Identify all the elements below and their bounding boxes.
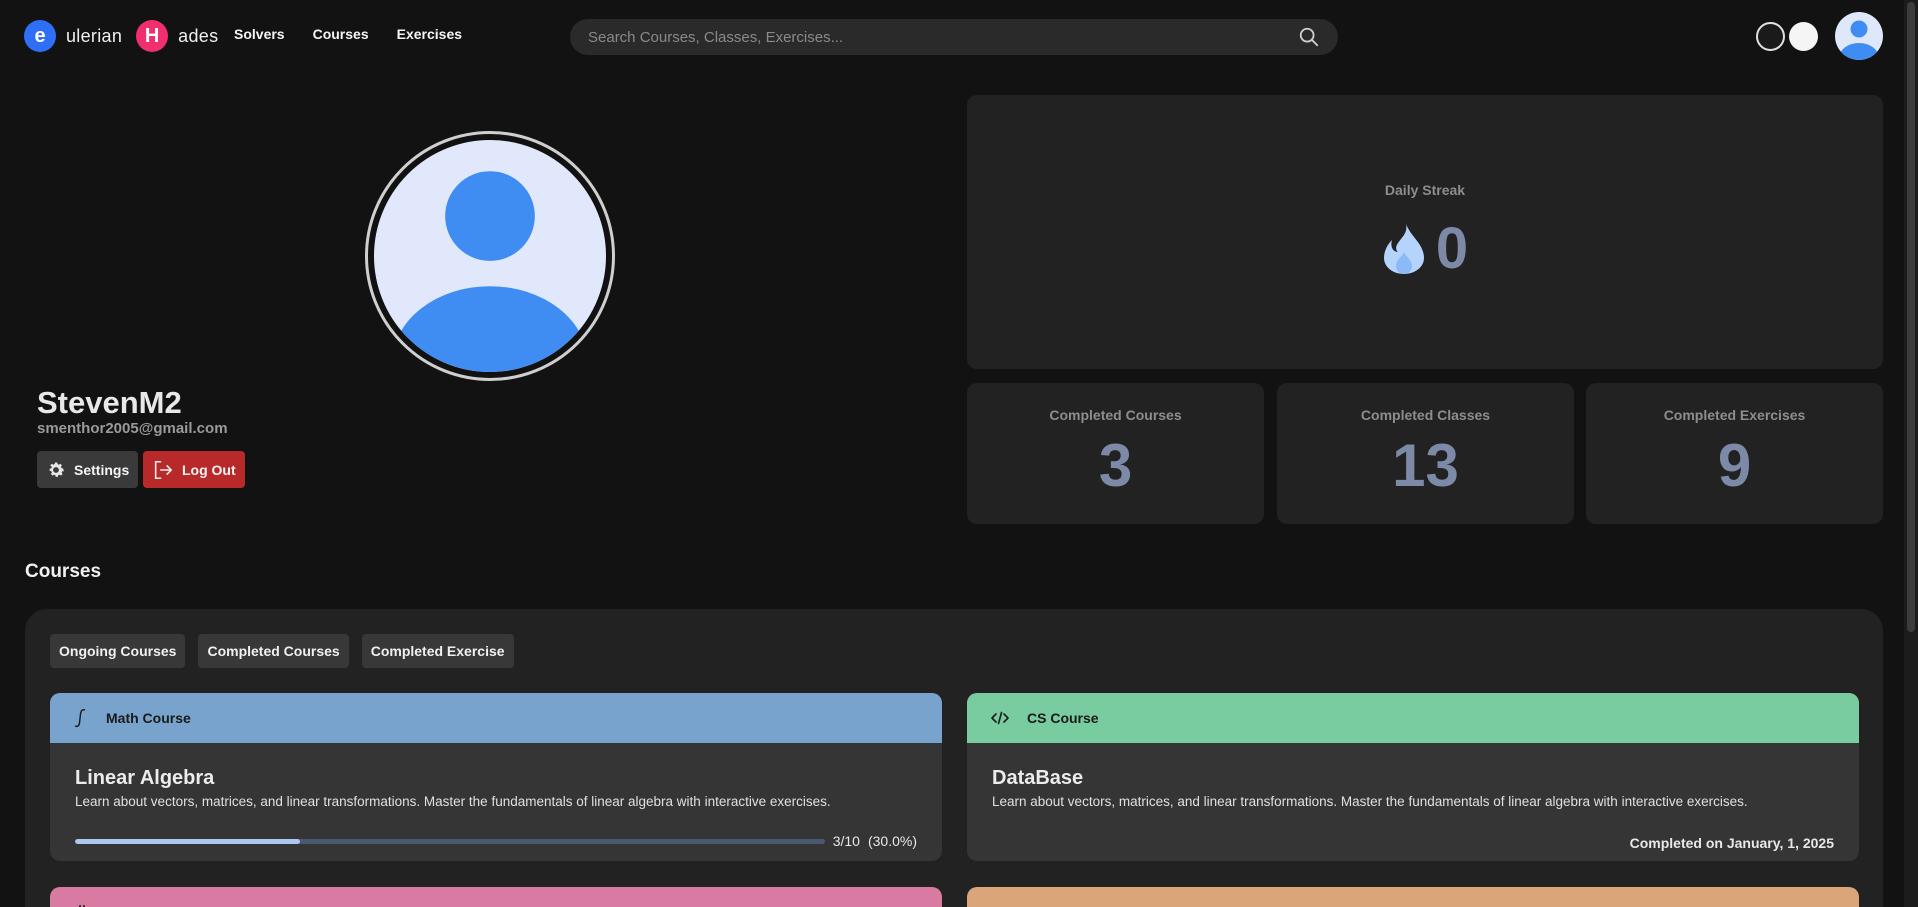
streak-value: 0 [1435,216,1469,281]
settings-label: Settings [74,461,130,478]
tab-completed-exercise[interactable]: Completed Exercise [361,634,514,668]
logout-icon [154,460,173,479]
completed-classes-value: 13 [1392,432,1459,499]
gear-icon [49,462,64,477]
progress-track [75,838,825,844]
course-card-electronics[interactable] [50,887,942,907]
scrollbar-thumb[interactable] [1907,2,1915,632]
site-logo[interactable]: e ulerian H ades [24,20,222,52]
course-completed-date: Completed on January, 1, 2025 [1629,835,1834,851]
page-scrollbar[interactable] [1904,0,1918,907]
completed-classes-label: Completed Classes [1360,407,1491,423]
progress-percent: (30.0%) [867,833,917,849]
eulerian-logo-word: ulerian [66,25,123,46]
course-description: Learn about vectors, matrices, and linea… [75,794,831,809]
course-card-header: Math Course [50,693,942,743]
completed-courses-label: Completed Courses [1049,407,1182,423]
nav-exercises[interactable]: Exercises [397,26,462,42]
daily-streak-card: Daily Streak 0 [967,95,1883,369]
code-icon [991,711,1009,725]
completed-classes-card: Completed Classes 13 [1277,383,1574,524]
course-card-header [967,887,1859,907]
top-navigation: e ulerian H ades Solvers Courses Exercis… [0,0,1918,72]
completed-exercises-label: Completed Exercises [1663,407,1806,423]
course-card-header [50,887,942,907]
course-description: Learn about vectors, matrices, and linea… [992,794,1748,809]
course-progress: 3/10 (30.0%) [75,833,917,849]
profile-avatar [365,131,615,381]
progress-count: 3/10 [832,833,860,849]
integral-icon [74,709,86,728]
course-card-header: CS Course [967,693,1859,743]
course-title: Linear Algebra [75,767,215,789]
tab-completed-courses[interactable]: Completed Courses [198,634,349,668]
profile-page: e ulerian H ades Solvers Courses Exercis… [0,0,1918,907]
dark-theme-option[interactable] [1756,22,1785,51]
course-category: Math Course [106,710,191,726]
user-avatar-button[interactable] [1835,12,1883,60]
user-silhouette-icon [392,171,588,372]
theme-toggle[interactable] [1756,22,1820,52]
eulerian-logo-badge: e [24,20,56,52]
completed-courses-value: 3 [1098,432,1133,499]
search-input[interactable] [588,28,1298,46]
course-title: DataBase [992,767,1084,789]
hades-logo-word: ades [178,25,219,46]
completed-exercises-value: 9 [1717,432,1752,499]
progress-fill [75,838,300,844]
search-icon[interactable] [1298,26,1320,48]
course-card-linear-algebra[interactable]: Math Course Linear Algebra Learn about v… [50,693,942,861]
completed-courses-card: Completed Courses 3 [967,383,1264,524]
course-category: CS Course [1027,710,1099,726]
tab-ongoing-courses[interactable]: Ongoing Courses [50,634,186,668]
profile-username: StevenM2 [37,385,182,420]
nav-solvers[interactable]: Solvers [234,26,285,42]
streak-label: Daily Streak [1384,182,1466,198]
light-theme-option[interactable] [1789,22,1818,51]
nav-courses[interactable]: Courses [313,26,369,42]
courses-tabs: Ongoing Courses Completed Courses Comple… [50,634,514,668]
course-card-database[interactable]: CS Course DataBase Learn about vectors, … [967,693,1859,861]
completed-exercises-card: Completed Exercises 9 [1586,383,1883,524]
hades-logo-badge: H [136,20,169,52]
course-card-physics[interactable] [967,887,1859,907]
courses-section-title: Courses [25,561,102,582]
logout-button[interactable]: Log Out [143,451,245,488]
settings-button[interactable]: Settings [37,451,139,488]
flame-icon [1383,223,1424,274]
main-nav: Solvers Courses Exercises [234,26,462,42]
logout-label: Log Out [182,461,236,478]
profile-email: smenthor2005@gmail.com [37,420,228,437]
user-avatar-icon [1839,20,1879,60]
search-bar [570,19,1338,55]
